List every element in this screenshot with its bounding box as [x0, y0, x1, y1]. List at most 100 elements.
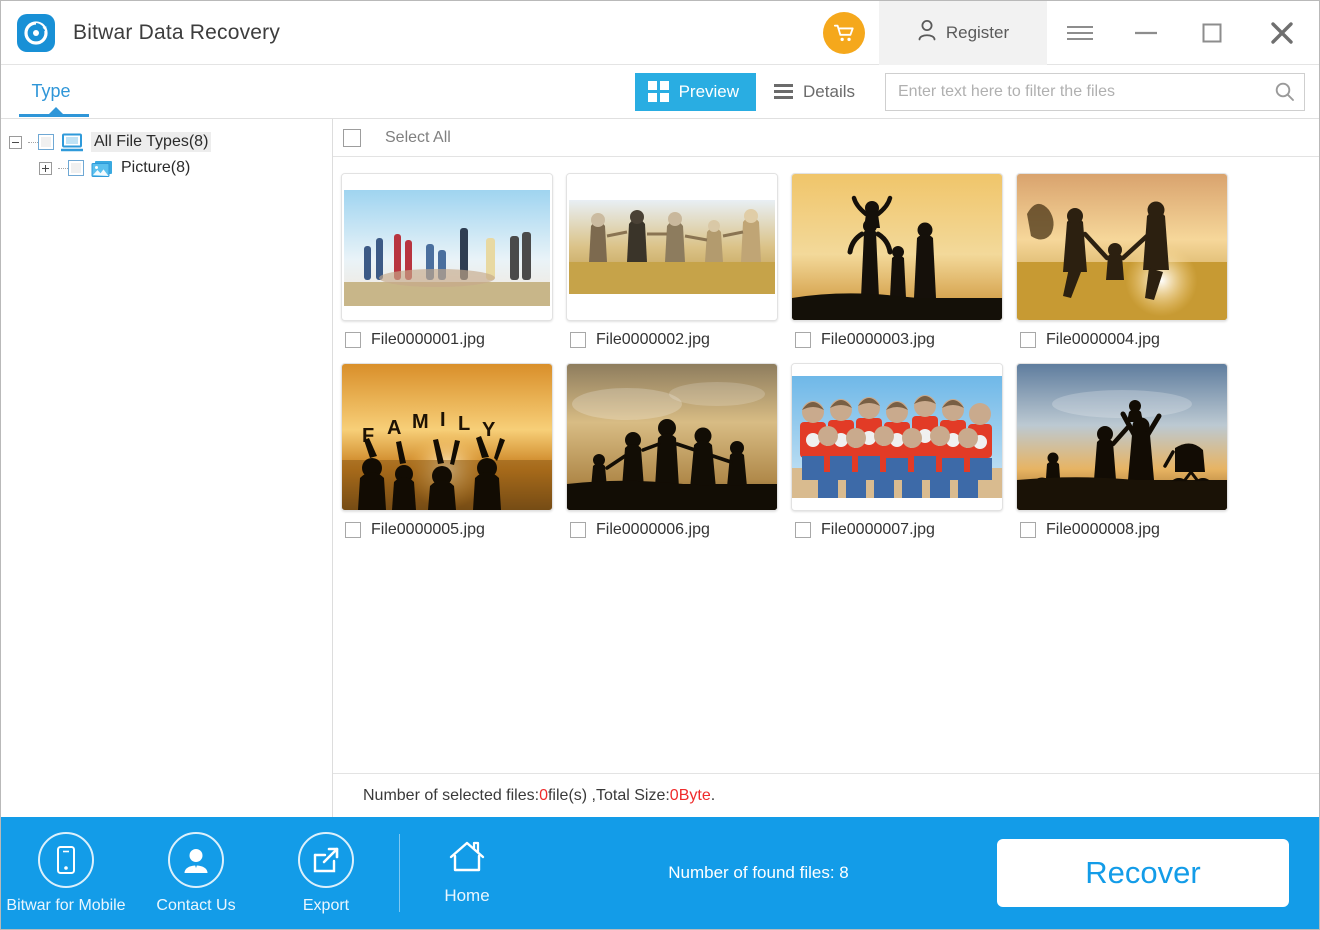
- sidebar-item-label: All File Types(8): [91, 132, 212, 152]
- computer-icon: [61, 132, 83, 152]
- file-item[interactable]: FAM ILY File0000005.jpg: [341, 363, 566, 539]
- search-input[interactable]: [886, 73, 1264, 110]
- checkbox-file[interactable]: [570, 522, 586, 538]
- status-total-size: 0Byte: [669, 786, 711, 804]
- register-label: Register: [945, 22, 1010, 42]
- checkbox-select-all[interactable]: [343, 128, 361, 147]
- tab-details[interactable]: Details: [760, 73, 869, 111]
- list-view-icon: [774, 84, 794, 99]
- register-button[interactable]: Register: [879, 0, 1047, 65]
- tab-details-label: Details: [803, 81, 855, 101]
- svg-text:M: M: [412, 411, 429, 433]
- file-label-row: File0000006.jpg: [566, 521, 791, 539]
- file-name: File0000005.jpg: [371, 521, 485, 538]
- file-name: File0000008.jpg: [1046, 521, 1160, 538]
- checkbox-file[interactable]: [570, 332, 586, 348]
- file-thumbnail[interactable]: [341, 173, 553, 321]
- hamburger-menu-icon[interactable]: [1047, 1, 1113, 65]
- file-label-row: File0000003.jpg: [791, 331, 1016, 349]
- person-icon: [168, 831, 224, 888]
- thumbnail-grid: File0000001.jpg File0000002.jpg File0000…: [333, 157, 1319, 773]
- file-item[interactable]: File0000007.jpg: [791, 363, 1016, 539]
- tab-preview[interactable]: Preview: [634, 72, 757, 111]
- contact-us-label: Contact Us: [156, 896, 236, 914]
- status-selected-count: 0: [539, 786, 548, 804]
- user-icon: [917, 19, 937, 46]
- file-thumbnail[interactable]: [791, 363, 1003, 511]
- file-item[interactable]: File0000002.jpg: [566, 173, 791, 349]
- caret-up-icon: [49, 106, 63, 114]
- maximize-icon[interactable]: [1179, 1, 1245, 65]
- file-name: File0000001.jpg: [371, 331, 485, 348]
- contact-us-button[interactable]: Contact Us: [131, 831, 261, 915]
- status-prefix: Number of selected files:: [363, 786, 540, 804]
- selection-status-bar: Number of selected files: 0 file(s) ,Tot…: [333, 773, 1319, 817]
- collapse-toggle-icon[interactable]: [9, 135, 22, 149]
- close-icon[interactable]: [1245, 1, 1319, 65]
- sidebar-item-label: Picture(8): [121, 159, 191, 176]
- file-name: File0000003.jpg: [821, 331, 935, 348]
- file-thumbnail[interactable]: [1016, 363, 1228, 511]
- checkbox-picture[interactable]: [68, 160, 84, 176]
- file-thumbnail[interactable]: [791, 173, 1003, 321]
- minimize-icon[interactable]: [1113, 1, 1179, 65]
- export-button[interactable]: Export: [261, 831, 391, 915]
- bitwar-logo-icon: [17, 13, 55, 52]
- file-name: File0000002.jpg: [596, 331, 710, 348]
- search-icon[interactable]: [1264, 81, 1304, 102]
- home-button[interactable]: Home: [414, 840, 520, 906]
- bitwar-for-mobile-button[interactable]: Bitwar for Mobile: [1, 831, 131, 915]
- file-item[interactable]: File0000004.jpg: [1016, 173, 1241, 349]
- export-label: Export: [302, 896, 350, 914]
- file-label-row: File0000004.jpg: [1016, 331, 1241, 349]
- toolbar: Type Preview Details: [1, 65, 1319, 119]
- file-label-row: File0000007.jpg: [791, 521, 1016, 539]
- file-item[interactable]: File0000008.jpg: [1016, 363, 1241, 539]
- svg-text:A: A: [387, 417, 401, 439]
- found-files-status: Number of found files: 8: [668, 863, 849, 882]
- file-name: File0000006.jpg: [596, 521, 710, 538]
- checkbox-file[interactable]: [795, 332, 811, 348]
- home-label: Home: [444, 886, 490, 905]
- tab-type[interactable]: Type: [5, 65, 97, 119]
- body-area: All File Types(8) Picture(8) Select All …: [1, 119, 1319, 817]
- tab-preview-label: Preview: [678, 81, 740, 101]
- bitwar-for-mobile-label: Bitwar for Mobile: [6, 896, 126, 914]
- checkbox-all-file-types[interactable]: [38, 134, 54, 150]
- file-label-row: File0000001.jpg: [341, 331, 566, 349]
- checkbox-file[interactable]: [1020, 332, 1036, 348]
- file-name: File0000007.jpg: [821, 521, 935, 538]
- picture-icon: [91, 158, 113, 178]
- file-thumbnail[interactable]: [1016, 173, 1228, 321]
- file-thumbnail[interactable]: FAM ILY: [341, 363, 553, 511]
- checkbox-file[interactable]: [345, 522, 361, 538]
- file-item[interactable]: File0000006.jpg: [566, 363, 791, 539]
- application-window: Bitwar Data Recovery Register Type Previ…: [0, 0, 1320, 930]
- checkbox-file[interactable]: [795, 522, 811, 538]
- file-label-row: File0000002.jpg: [566, 331, 791, 349]
- checkbox-file[interactable]: [1020, 522, 1036, 538]
- svg-text:Y: Y: [482, 419, 496, 441]
- shopping-cart-icon[interactable]: [823, 11, 865, 54]
- recover-label: Recover: [1085, 855, 1201, 890]
- file-item[interactable]: File0000003.jpg: [791, 173, 1016, 349]
- sidebar-item-picture[interactable]: Picture(8): [1, 155, 332, 181]
- tab-type-underline: [19, 113, 89, 117]
- file-thumbnail[interactable]: [566, 173, 778, 321]
- search-box[interactable]: [885, 72, 1305, 111]
- file-label-row: File0000008.jpg: [1016, 521, 1241, 539]
- grid-view-icon: [647, 81, 669, 102]
- tree-connector: [58, 167, 68, 169]
- expand-toggle-icon[interactable]: [39, 161, 52, 175]
- tab-type-label: Type: [31, 81, 71, 101]
- sidebar-item-all-file-types[interactable]: All File Types(8): [1, 129, 332, 155]
- file-item[interactable]: File0000001.jpg: [341, 173, 566, 349]
- checkbox-file[interactable]: [345, 332, 361, 348]
- file-thumbnail[interactable]: [566, 363, 778, 511]
- recover-button[interactable]: Recover: [997, 839, 1289, 907]
- status-middle: file(s) ,Total Size:: [547, 786, 670, 804]
- file-name: File0000004.jpg: [1046, 331, 1160, 348]
- file-pane: Select All File0000001.jpg File0000002.j…: [333, 119, 1319, 817]
- bottom-action-bar: Bitwar for Mobile Contact Us Export Home…: [1, 817, 1319, 929]
- bottombar-divider: [399, 834, 400, 912]
